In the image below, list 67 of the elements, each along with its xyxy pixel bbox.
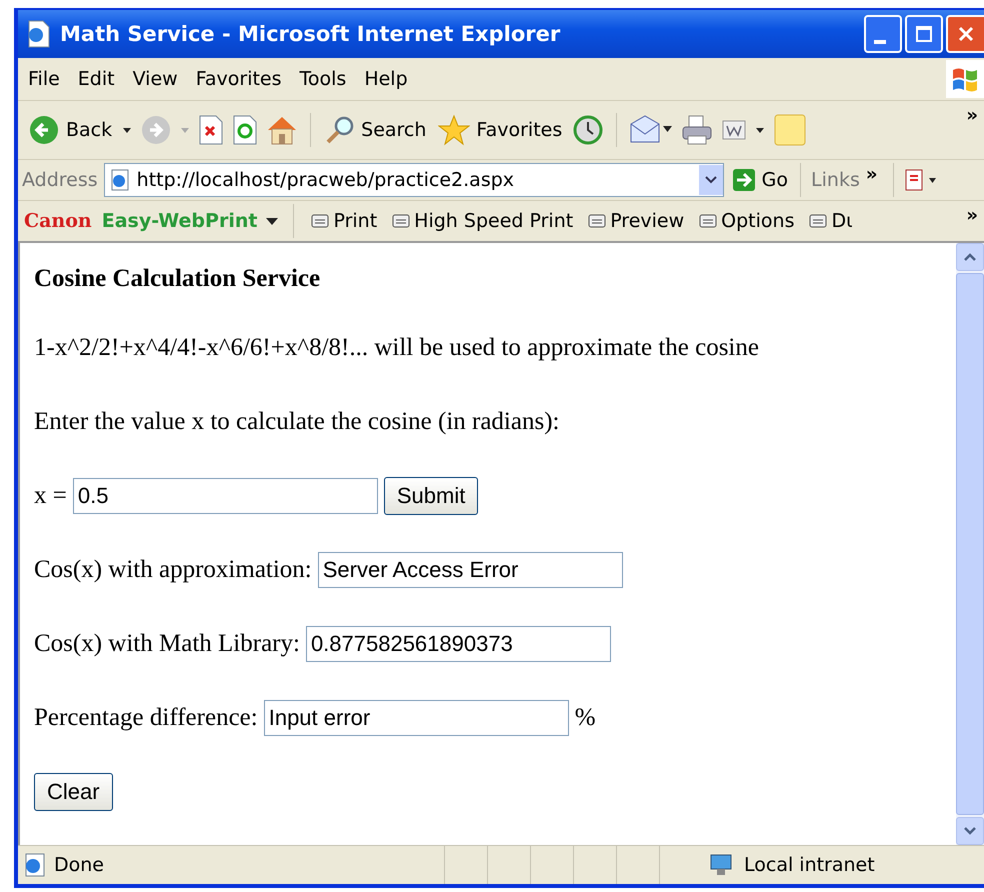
window-title: Math Service - Microsoft Internet Explorer	[60, 22, 560, 46]
print-toolbar-button[interactable]: Dι	[806, 210, 855, 232]
scroll-thumb[interactable]	[956, 273, 984, 815]
print-toolbar-button[interactable]: Preview	[585, 210, 686, 232]
result-label: Cos(x) with approximation:	[34, 556, 312, 584]
chevron-down-icon	[963, 826, 977, 836]
minimize-button[interactable]	[864, 15, 902, 53]
back-button[interactable]: Back	[26, 114, 114, 146]
refresh-icon[interactable]	[232, 115, 258, 145]
overflow-chevron[interactable]: »	[966, 205, 978, 226]
menu-item[interactable]: Tools	[300, 68, 346, 90]
dropdown-button[interactable]	[698, 165, 723, 195]
overflow-chevron[interactable]: »	[866, 164, 878, 185]
print-toolbar-button[interactable]: Options	[696, 210, 796, 232]
result-label: Percentage difference:	[34, 704, 258, 732]
prompt-text: Enter the value x to calculate the cosine (in radians):	[34, 407, 560, 437]
pdf-icon[interactable]	[904, 168, 938, 192]
printer-icon[interactable]	[681, 114, 714, 146]
stop-icon[interactable]	[198, 115, 224, 145]
links-label[interactable]: Links	[811, 169, 860, 191]
maximize-icon	[914, 24, 934, 44]
page-icon	[26, 20, 52, 48]
scroll-down-button[interactable]	[956, 817, 984, 845]
overflow-chevron[interactable]: »	[966, 105, 978, 126]
go-button[interactable]: Go	[730, 168, 790, 192]
favorites-button[interactable]: Favorites	[436, 114, 564, 146]
page-icon	[108, 169, 131, 191]
star-icon	[438, 114, 470, 146]
close-button[interactable]	[946, 15, 984, 53]
chevron-down-icon	[704, 176, 717, 184]
x-label: x =	[34, 482, 67, 510]
result-field[interactable]: Server Access Error	[318, 552, 623, 588]
menu-item[interactable]: Favorites	[196, 68, 282, 90]
page-heading: Cosine Calculation Service	[34, 264, 322, 294]
word-document-icon[interactable]	[721, 118, 748, 142]
x-input-field[interactable]: 0.5	[72, 478, 378, 514]
menu-item[interactable]: View	[132, 68, 178, 90]
search-button[interactable]: Search	[323, 115, 428, 145]
scroll-up-button[interactable]	[956, 243, 984, 271]
result-field[interactable]: 0.877582561890373	[306, 626, 611, 662]
canon-label: Canon	[24, 210, 92, 232]
windows-logo-icon	[946, 60, 984, 98]
address-field[interactable]: http://localhost/pracweb/practice2.aspx	[104, 163, 724, 197]
caret-icon	[265, 216, 280, 226]
caret-icon[interactable]	[122, 126, 132, 134]
result-label: Cos(x) with Math Library:	[34, 630, 300, 658]
submit-button[interactable]: Submit	[384, 477, 478, 515]
chevron-up-icon	[963, 252, 977, 262]
percent-sign: %	[574, 704, 596, 732]
minimize-icon	[874, 40, 886, 44]
status-text: Done	[54, 854, 104, 876]
formula-text: 1-x^2/2!+x^4/4!-x^6/6!+x^8/8!... will be used to approximate the cosine	[34, 333, 760, 363]
result-field[interactable]: Input error	[264, 700, 569, 736]
menu-item[interactable]: Help	[364, 68, 408, 90]
print-toolbar-button[interactable]: Print	[308, 210, 380, 232]
menu-item[interactable]: Edit	[78, 68, 115, 90]
security-zone: Local intranet	[744, 854, 876, 876]
home-icon[interactable]	[266, 114, 298, 146]
menu-item[interactable]: File	[28, 68, 60, 90]
history-icon[interactable]	[572, 114, 604, 146]
close-icon	[956, 24, 976, 44]
search-icon	[325, 115, 356, 145]
clear-button[interactable]: Clear	[34, 773, 113, 811]
maximize-button[interactable]	[905, 15, 943, 53]
print-toolbar-button[interactable]: High Speed Print	[389, 210, 576, 232]
address-label: Address	[22, 169, 98, 191]
caret-icon[interactable]	[755, 126, 766, 134]
